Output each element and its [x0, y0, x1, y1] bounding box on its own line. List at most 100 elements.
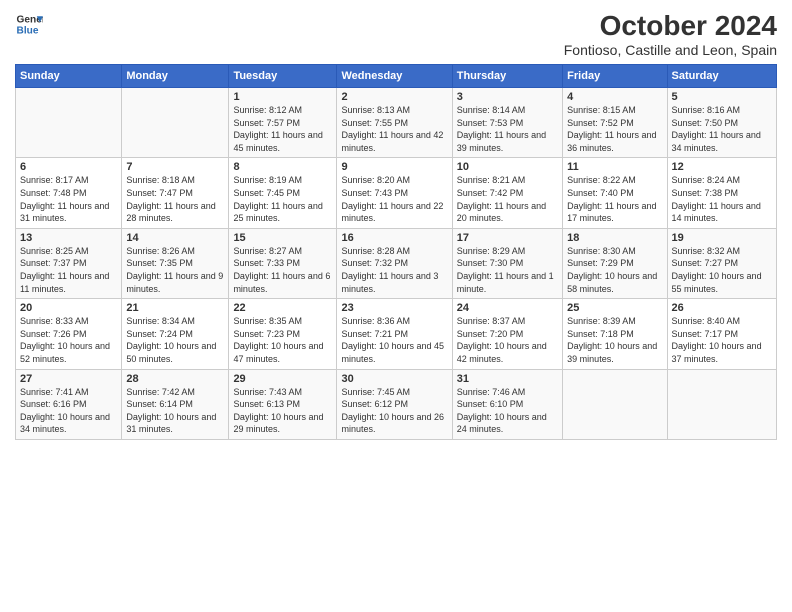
subtitle: Fontioso, Castille and Leon, Spain — [564, 42, 777, 58]
day-number: 9 — [341, 161, 447, 173]
calendar-cell: 25Sunrise: 8:39 AMSunset: 7:18 PMDayligh… — [563, 299, 667, 369]
day-info: Sunrise: 7:42 AMSunset: 6:14 PMDaylight:… — [126, 386, 224, 436]
day-info: Sunrise: 8:18 AMSunset: 7:47 PMDaylight:… — [126, 174, 224, 224]
calendar-cell: 3Sunrise: 8:14 AMSunset: 7:53 PMDaylight… — [452, 88, 562, 158]
day-number: 29 — [233, 373, 332, 385]
day-info: Sunrise: 8:33 AMSunset: 7:26 PMDaylight:… — [20, 315, 117, 365]
day-info: Sunrise: 8:35 AMSunset: 7:23 PMDaylight:… — [233, 315, 332, 365]
day-info: Sunrise: 7:41 AMSunset: 6:16 PMDaylight:… — [20, 386, 117, 436]
day-number: 20 — [20, 302, 117, 314]
calendar-cell: 5Sunrise: 8:16 AMSunset: 7:50 PMDaylight… — [667, 88, 776, 158]
day-number: 8 — [233, 161, 332, 173]
day-number: 30 — [341, 373, 447, 385]
day-info: Sunrise: 8:27 AMSunset: 7:33 PMDaylight:… — [233, 245, 332, 295]
calendar-body: 1Sunrise: 8:12 AMSunset: 7:57 PMDaylight… — [16, 88, 777, 440]
col-friday: Friday — [563, 65, 667, 88]
col-tuesday: Tuesday — [229, 65, 337, 88]
calendar-cell: 4Sunrise: 8:15 AMSunset: 7:52 PMDaylight… — [563, 88, 667, 158]
day-number: 25 — [567, 302, 662, 314]
calendar-cell: 1Sunrise: 8:12 AMSunset: 7:57 PMDaylight… — [229, 88, 337, 158]
day-info: Sunrise: 8:12 AMSunset: 7:57 PMDaylight:… — [233, 104, 332, 154]
calendar-cell: 20Sunrise: 8:33 AMSunset: 7:26 PMDayligh… — [16, 299, 122, 369]
day-number: 4 — [567, 91, 662, 103]
day-number: 1 — [233, 91, 332, 103]
calendar-cell: 13Sunrise: 8:25 AMSunset: 7:37 PMDayligh… — [16, 228, 122, 298]
col-thursday: Thursday — [452, 65, 562, 88]
day-info: Sunrise: 8:19 AMSunset: 7:45 PMDaylight:… — [233, 174, 332, 224]
calendar-cell — [16, 88, 122, 158]
day-number: 18 — [567, 232, 662, 244]
calendar-week-2: 6Sunrise: 8:17 AMSunset: 7:48 PMDaylight… — [16, 158, 777, 228]
day-number: 28 — [126, 373, 224, 385]
day-number: 11 — [567, 161, 662, 173]
logo: General Blue — [15, 10, 43, 38]
day-info: Sunrise: 8:17 AMSunset: 7:48 PMDaylight:… — [20, 174, 117, 224]
calendar-cell: 9Sunrise: 8:20 AMSunset: 7:43 PMDaylight… — [337, 158, 452, 228]
day-number: 19 — [672, 232, 772, 244]
calendar-week-1: 1Sunrise: 8:12 AMSunset: 7:57 PMDaylight… — [16, 88, 777, 158]
calendar-cell — [667, 369, 776, 439]
day-number: 21 — [126, 302, 224, 314]
calendar-cell: 29Sunrise: 7:43 AMSunset: 6:13 PMDayligh… — [229, 369, 337, 439]
day-number: 27 — [20, 373, 117, 385]
calendar-cell: 17Sunrise: 8:29 AMSunset: 7:30 PMDayligh… — [452, 228, 562, 298]
calendar-cell: 26Sunrise: 8:40 AMSunset: 7:17 PMDayligh… — [667, 299, 776, 369]
svg-text:Blue: Blue — [17, 25, 39, 36]
day-number: 31 — [457, 373, 558, 385]
calendar-cell: 21Sunrise: 8:34 AMSunset: 7:24 PMDayligh… — [122, 299, 229, 369]
day-info: Sunrise: 8:40 AMSunset: 7:17 PMDaylight:… — [672, 315, 772, 365]
col-saturday: Saturday — [667, 65, 776, 88]
day-info: Sunrise: 8:16 AMSunset: 7:50 PMDaylight:… — [672, 104, 772, 154]
day-info: Sunrise: 8:39 AMSunset: 7:18 PMDaylight:… — [567, 315, 662, 365]
day-number: 26 — [672, 302, 772, 314]
day-info: Sunrise: 8:15 AMSunset: 7:52 PMDaylight:… — [567, 104, 662, 154]
day-number: 16 — [341, 232, 447, 244]
calendar-header-row: Sunday Monday Tuesday Wednesday Thursday… — [16, 65, 777, 88]
day-info: Sunrise: 8:34 AMSunset: 7:24 PMDaylight:… — [126, 315, 224, 365]
day-info: Sunrise: 7:43 AMSunset: 6:13 PMDaylight:… — [233, 386, 332, 436]
title-block: October 2024 Fontioso, Castille and Leon… — [564, 10, 777, 58]
calendar-cell: 30Sunrise: 7:45 AMSunset: 6:12 PMDayligh… — [337, 369, 452, 439]
calendar-cell: 14Sunrise: 8:26 AMSunset: 7:35 PMDayligh… — [122, 228, 229, 298]
calendar-cell: 2Sunrise: 8:13 AMSunset: 7:55 PMDaylight… — [337, 88, 452, 158]
calendar-cell: 28Sunrise: 7:42 AMSunset: 6:14 PMDayligh… — [122, 369, 229, 439]
calendar-cell: 15Sunrise: 8:27 AMSunset: 7:33 PMDayligh… — [229, 228, 337, 298]
calendar-table: Sunday Monday Tuesday Wednesday Thursday… — [15, 64, 777, 440]
calendar-cell: 10Sunrise: 8:21 AMSunset: 7:42 PMDayligh… — [452, 158, 562, 228]
day-number: 10 — [457, 161, 558, 173]
calendar-cell: 18Sunrise: 8:30 AMSunset: 7:29 PMDayligh… — [563, 228, 667, 298]
day-info: Sunrise: 8:32 AMSunset: 7:27 PMDaylight:… — [672, 245, 772, 295]
header: General Blue October 2024 Fontioso, Cast… — [15, 10, 777, 58]
day-number: 22 — [233, 302, 332, 314]
day-info: Sunrise: 8:13 AMSunset: 7:55 PMDaylight:… — [341, 104, 447, 154]
day-number: 6 — [20, 161, 117, 173]
day-number: 7 — [126, 161, 224, 173]
calendar-cell: 19Sunrise: 8:32 AMSunset: 7:27 PMDayligh… — [667, 228, 776, 298]
calendar-cell: 24Sunrise: 8:37 AMSunset: 7:20 PMDayligh… — [452, 299, 562, 369]
calendar-cell: 7Sunrise: 8:18 AMSunset: 7:47 PMDaylight… — [122, 158, 229, 228]
calendar-cell: 22Sunrise: 8:35 AMSunset: 7:23 PMDayligh… — [229, 299, 337, 369]
calendar-cell — [122, 88, 229, 158]
calendar-cell: 12Sunrise: 8:24 AMSunset: 7:38 PMDayligh… — [667, 158, 776, 228]
day-info: Sunrise: 8:25 AMSunset: 7:37 PMDaylight:… — [20, 245, 117, 295]
day-info: Sunrise: 8:14 AMSunset: 7:53 PMDaylight:… — [457, 104, 558, 154]
day-info: Sunrise: 8:21 AMSunset: 7:42 PMDaylight:… — [457, 174, 558, 224]
main-title: October 2024 — [564, 10, 777, 42]
calendar-cell: 11Sunrise: 8:22 AMSunset: 7:40 PMDayligh… — [563, 158, 667, 228]
day-number: 24 — [457, 302, 558, 314]
day-number: 5 — [672, 91, 772, 103]
calendar-cell: 6Sunrise: 8:17 AMSunset: 7:48 PMDaylight… — [16, 158, 122, 228]
col-wednesday: Wednesday — [337, 65, 452, 88]
day-info: Sunrise: 8:29 AMSunset: 7:30 PMDaylight:… — [457, 245, 558, 295]
calendar-cell: 27Sunrise: 7:41 AMSunset: 6:16 PMDayligh… — [16, 369, 122, 439]
day-number: 13 — [20, 232, 117, 244]
col-sunday: Sunday — [16, 65, 122, 88]
day-number: 12 — [672, 161, 772, 173]
day-info: Sunrise: 7:46 AMSunset: 6:10 PMDaylight:… — [457, 386, 558, 436]
day-info: Sunrise: 8:28 AMSunset: 7:32 PMDaylight:… — [341, 245, 447, 295]
calendar-week-3: 13Sunrise: 8:25 AMSunset: 7:37 PMDayligh… — [16, 228, 777, 298]
calendar-cell: 23Sunrise: 8:36 AMSunset: 7:21 PMDayligh… — [337, 299, 452, 369]
day-info: Sunrise: 8:20 AMSunset: 7:43 PMDaylight:… — [341, 174, 447, 224]
day-info: Sunrise: 8:37 AMSunset: 7:20 PMDaylight:… — [457, 315, 558, 365]
day-info: Sunrise: 8:30 AMSunset: 7:29 PMDaylight:… — [567, 245, 662, 295]
